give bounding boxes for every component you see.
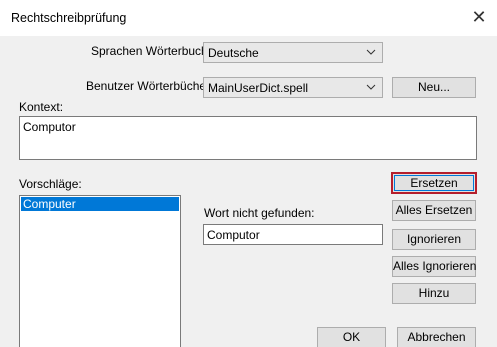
spellcheck-dialog: Rechtschreibprüfung ✕ Sprachen Wörterbuc… [0,0,497,347]
user-dictionary-label: Benutzer Wörterbücher [86,79,211,93]
new-dictionary-button[interactable]: Neu... [392,77,476,98]
chevron-down-icon [366,49,376,55]
word-not-found-value: Computor [207,228,260,242]
context-text: Computor [23,120,76,134]
user-dictionary-value: MainUserDict.spell [208,81,309,95]
suggestions-label: Vorschläge: [19,177,82,191]
language-dictionary-label: Sprachen Wörterbuch: [91,44,212,58]
ignore-all-button[interactable]: Alles Ignorieren [392,256,476,277]
chevron-down-icon [366,84,376,90]
suggestion-item[interactable]: Computer [21,197,179,211]
replace-button[interactable]: Ersetzen [391,172,477,194]
user-dictionary-select[interactable]: MainUserDict.spell [203,77,383,98]
add-button[interactable]: Hinzu [392,283,476,304]
language-dictionary-value: Deutsche [208,46,259,60]
context-textarea[interactable]: Computor [19,116,477,160]
title-bar: Rechtschreibprüfung ✕ [0,0,497,36]
suggestions-list[interactable]: Computer [19,195,181,347]
ok-button[interactable]: OK [317,327,386,347]
cancel-button[interactable]: Abbrechen [397,327,476,347]
replace-all-button[interactable]: Alles Ersetzen [392,200,476,221]
dialog-body: Sprachen Wörterbuch: Deutsche Benutzer W… [0,36,497,347]
ignore-button[interactable]: Ignorieren [392,229,476,250]
language-dictionary-select[interactable]: Deutsche [203,42,383,63]
context-label: Kontext: [19,100,64,114]
replace-button-label: Ersetzen [394,175,474,191]
word-not-found-input[interactable]: Computor [203,224,383,245]
close-icon[interactable]: ✕ [469,7,489,27]
word-not-found-label: Wort nicht gefunden: [204,206,315,220]
window-title: Rechtschreibprüfung [11,11,127,25]
